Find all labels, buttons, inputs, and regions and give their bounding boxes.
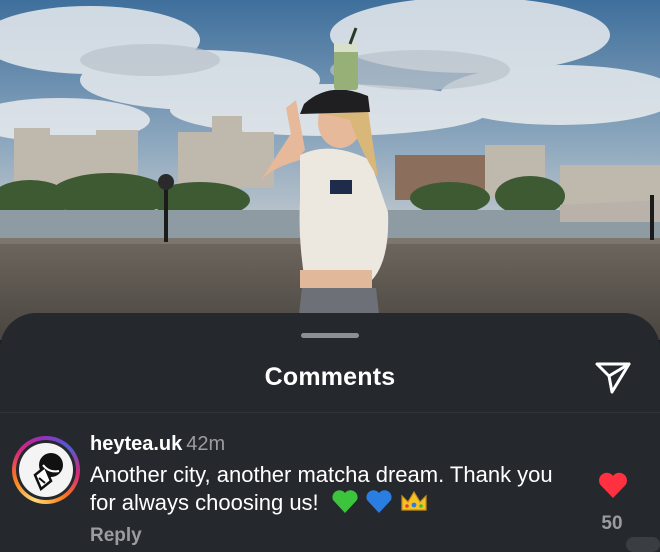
paper-plane-icon — [592, 362, 634, 401]
comment-body: Another city, another matcha dream. Than… — [90, 461, 570, 520]
crown-emoji — [399, 488, 429, 520]
comment-time: 42m — [186, 433, 226, 455]
sheet-grabber[interactable] — [301, 333, 359, 338]
blue-heart-emoji — [365, 488, 393, 520]
like-button[interactable] — [598, 471, 628, 499]
comment-item: heytea.uk 42m Another city, another match… — [0, 431, 660, 552]
comment-username[interactable]: heytea.uk — [90, 433, 182, 455]
like-count: 50 — [601, 513, 623, 534]
scroll-indicator — [626, 537, 660, 552]
reply-button[interactable]: Reply — [90, 525, 142, 547]
heytea-logo-avatar — [19, 443, 73, 497]
heart-icon — [598, 472, 628, 503]
share-button[interactable] — [592, 357, 634, 397]
avatar[interactable] — [12, 436, 80, 504]
comment-text: Another city, another matcha dream. Than… — [90, 462, 553, 515]
post-photo — [0, 0, 660, 340]
green-heart-emoji — [331, 488, 359, 520]
comments-sheet: Comments heytea.uk 42m Another city, ano… — [0, 313, 660, 552]
sheet-divider — [0, 412, 660, 413]
sheet-title: Comments — [264, 363, 396, 391]
